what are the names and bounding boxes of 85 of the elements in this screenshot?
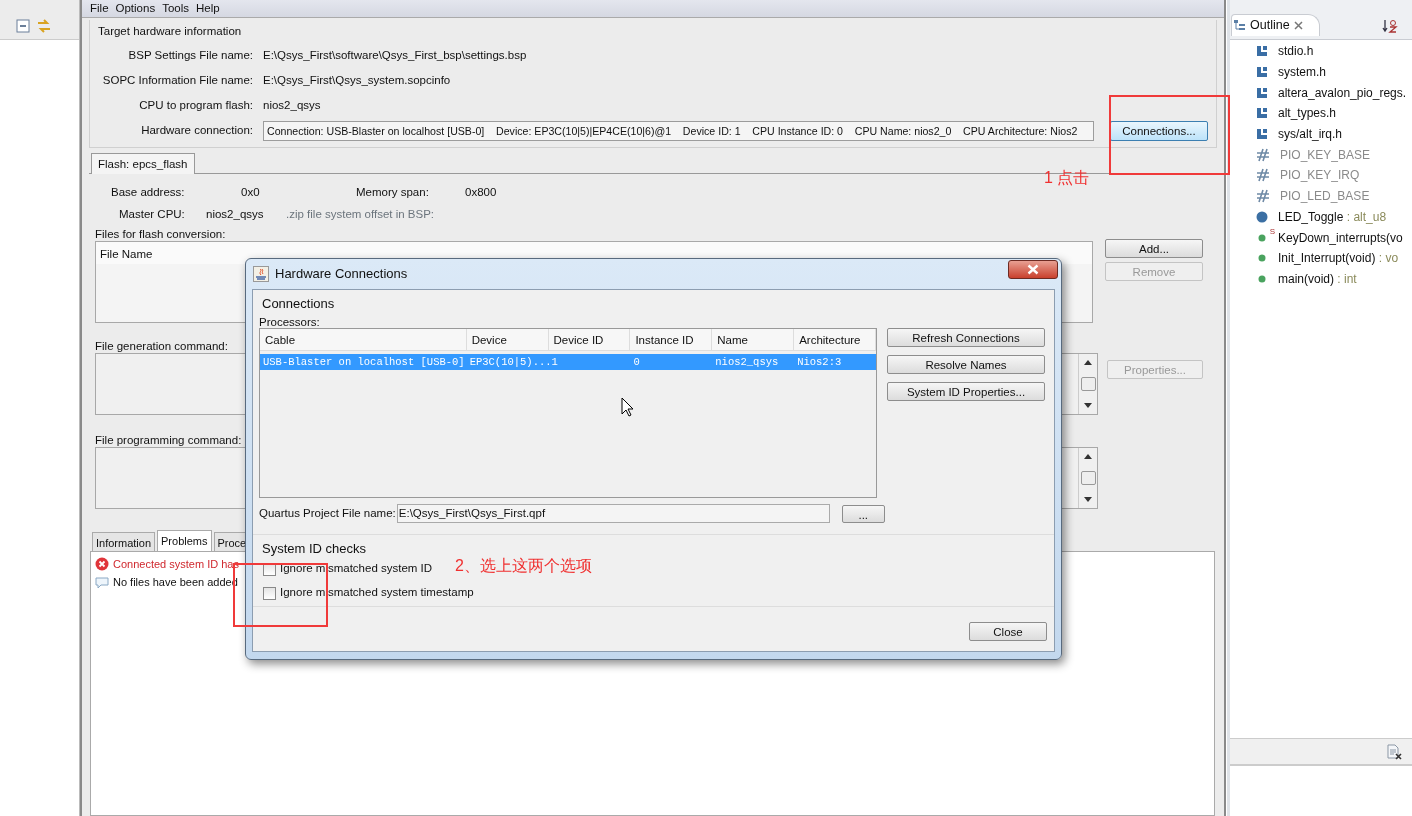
column-header[interactable]: Cable [260, 329, 467, 350]
field-label: .zip file system offset in BSP: [286, 206, 436, 222]
field-value: nios2_qsys [206, 206, 265, 222]
dialog-title: Hardware Connections [275, 265, 408, 284]
variable-icon [1256, 210, 1268, 223]
panel-tab[interactable]: Information [92, 532, 156, 551]
field-value: 0x0 [241, 184, 261, 200]
section-title: Connections [262, 295, 336, 313]
section-label: File programming command: [95, 433, 242, 447]
field-label: Master CPU: [119, 206, 186, 222]
error-icon [95, 557, 109, 571]
field-value: E:\Qsys_First\software\Qsys_First_bsp\settings.bsp [263, 47, 527, 63]
browse-button[interactable]: ... [841, 504, 885, 523]
outline-item[interactable]: Init_Interrupt(void) : vo [1278, 249, 1399, 268]
speech-bubble-icon [95, 575, 109, 589]
menu-item[interactable]: File [90, 0, 109, 18]
menu-item[interactable]: Tools [162, 0, 190, 18]
include-icon [1256, 45, 1268, 58]
field-label: BSP Settings File name: [127, 47, 254, 63]
flash-tab[interactable]: Flash: epcs_flash [91, 153, 195, 174]
project-file-field[interactable]: E:\Qsys_First\Qsys_First.qpf [396, 504, 830, 523]
collapse-icon[interactable] [16, 18, 30, 33]
scroll-up-icon [1084, 454, 1092, 459]
include-icon [1256, 66, 1268, 79]
field-value: nios2_qsys [263, 97, 321, 113]
hash-icon [1256, 147, 1270, 162]
include-icon [1256, 128, 1268, 141]
outline-item[interactable]: stdio.h [1278, 42, 1314, 61]
field-label: Quartus Project File name: [259, 505, 396, 521]
section-title: System ID checks [262, 540, 368, 557]
close-button[interactable]: Close [969, 622, 1047, 641]
close-icon [1027, 264, 1039, 275]
panel-tab[interactable]: Problems [157, 530, 212, 551]
connection-field: Connection: USB-Blaster on localhost [USB-0] Device: EP3C(10|5)|EP4CE(10|6)@1 Device ID: 1 CPU Instance ID: 0 CPU Name: nios2_0 CPU Architecture: Nios2 [263, 120, 1094, 141]
column-header: File Name [100, 248, 153, 260]
column-header[interactable]: Device ID [548, 329, 631, 350]
mouse-cursor-icon [621, 397, 634, 417]
java-cup-icon [253, 266, 269, 282]
column-header[interactable]: Instance ID [630, 329, 713, 350]
outline-item[interactable]: LED_Toggle : alt_u8 [1278, 207, 1387, 226]
scroll-thumb[interactable] [1080, 377, 1096, 391]
outline-item[interactable]: KeyDown_interrupts(vo [1278, 228, 1403, 247]
field-label: CPU to program flash: [138, 97, 254, 113]
menu-item[interactable]: Help [196, 0, 220, 18]
outline-item[interactable]: main(void) : int [1278, 269, 1357, 288]
outline-icon [1234, 19, 1246, 32]
close-icon[interactable] [1293, 21, 1303, 30]
outline-item[interactable]: altera_avalon_pio_regs. [1278, 83, 1407, 102]
hash-icon [1256, 189, 1270, 204]
section-label: Files for flash conversion: [95, 227, 226, 239]
dialog-button[interactable]: Refresh Connections [887, 328, 1045, 347]
column-header[interactable]: Device [466, 329, 549, 350]
field-label: Memory span: [356, 184, 430, 200]
outline-item[interactable]: system.h [1278, 63, 1326, 82]
field-label: Processors: [259, 315, 321, 328]
remove-all-icon[interactable] [1386, 743, 1402, 760]
add-button[interactable]: Add... [1105, 239, 1203, 258]
outline-item[interactable]: sys/alt_irq.h [1278, 125, 1343, 144]
scroll-thumb[interactable] [1080, 471, 1096, 485]
menu-item[interactable]: Options [115, 0, 156, 18]
field-label: Base address: [111, 184, 186, 200]
scroll-down-icon [1084, 497, 1092, 502]
dialog-button[interactable]: System ID Properties... [887, 382, 1045, 401]
column-header[interactable]: Name [712, 329, 795, 350]
scroll-up-icon [1084, 360, 1092, 365]
hash-icon [1256, 168, 1270, 183]
include-icon [1256, 86, 1268, 99]
checkbox[interactable] [263, 586, 276, 600]
annotation-text: 2、选上这两个选项 [455, 556, 592, 576]
field-value: 0x800 [465, 184, 498, 200]
section-label: File generation command: [95, 339, 228, 353]
scroll-down-icon [1084, 403, 1092, 408]
group-title: Target hardware information [98, 24, 243, 39]
outline-item[interactable]: PIO_KEY_IRQ [1280, 166, 1360, 185]
field-label: SOPC Information File name: [101, 72, 254, 88]
dialog-button[interactable]: Resolve Names [887, 355, 1045, 374]
include-icon [1256, 107, 1268, 120]
static-label: S [1269, 225, 1275, 238]
annotation-text: 1 点击 [1044, 168, 1090, 188]
outline-item[interactable]: alt_types.h [1278, 104, 1337, 123]
field-label: Hardware connection: [140, 122, 254, 138]
column-header[interactable]: Architecture [794, 329, 877, 350]
connections-button[interactable]: Connections... [1110, 120, 1208, 141]
close-button[interactable] [1008, 260, 1058, 279]
field-value: E:\Qsys_First\Qsys_system.sopcinfo [263, 72, 451, 88]
